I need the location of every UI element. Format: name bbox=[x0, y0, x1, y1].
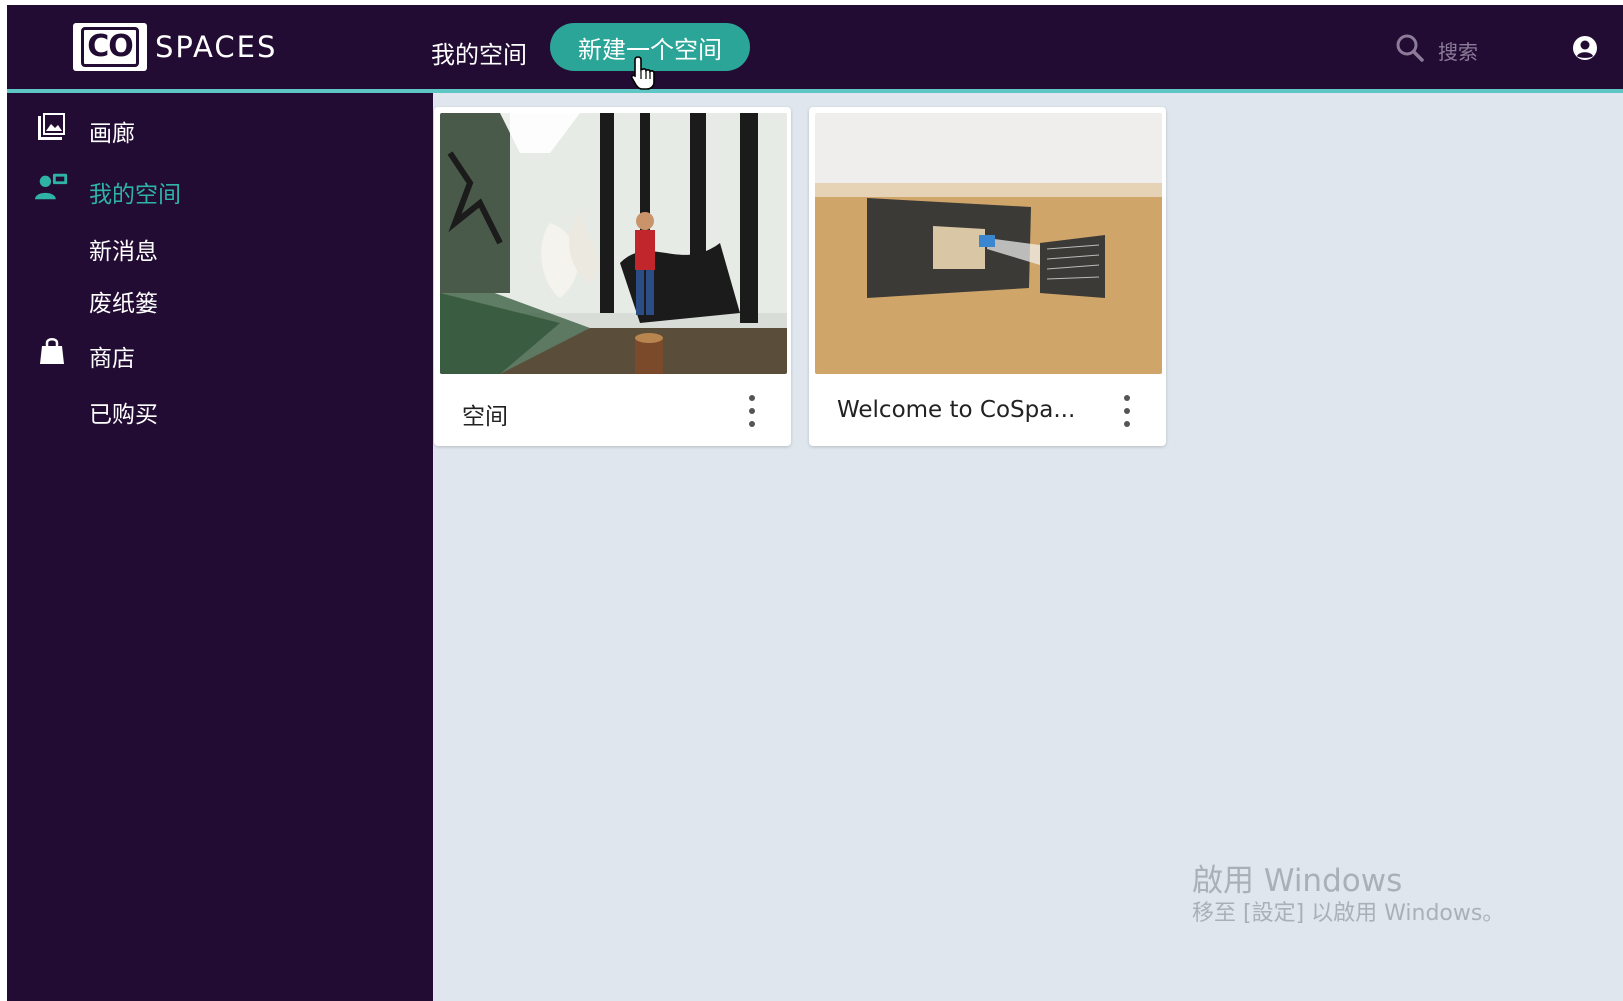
search-box[interactable]: 搜索 bbox=[1394, 32, 1478, 68]
space-thumbnail[interactable] bbox=[815, 113, 1162, 374]
sidebar-item-label: 我的空间 bbox=[89, 182, 181, 208]
more-options-icon[interactable] bbox=[1120, 395, 1134, 427]
logo-text: SPACES bbox=[155, 30, 278, 64]
sidebar-item-new-messages[interactable]: 新消息 bbox=[7, 224, 433, 265]
sidebar-item-my-spaces[interactable]: 我的空间 bbox=[7, 167, 433, 208]
my-spaces-icon bbox=[35, 171, 69, 203]
sidebar-item-label: 新消息 bbox=[89, 239, 158, 265]
space-card[interactable]: Welcome to CoSpa... bbox=[809, 107, 1166, 446]
gallery-icon bbox=[35, 110, 69, 142]
cospaces-logo[interactable]: CO SPACES bbox=[73, 22, 277, 72]
windows-activation-title: 啟用 Windows bbox=[1192, 863, 1403, 899]
hand-cursor-icon bbox=[630, 55, 658, 95]
logo-mark: CO bbox=[73, 23, 147, 71]
sidebar-item-gallery[interactable]: 画廊 bbox=[7, 106, 433, 147]
sidebar-item-shop[interactable]: 商店 bbox=[7, 331, 433, 372]
search-label: 搜索 bbox=[1438, 39, 1478, 64]
shopping-bag-icon bbox=[35, 335, 69, 367]
top-bar: CO SPACES 我的空间 新建一个空间 搜索 bbox=[7, 5, 1623, 93]
nav-my-spaces-link[interactable]: 我的空间 bbox=[431, 35, 527, 70]
windows-activation-subtitle: 移至 [設定] 以啟用 Windows。 bbox=[1192, 901, 1505, 926]
sidebar-item-label: 已购买 bbox=[89, 402, 158, 428]
sidebar-item-trash[interactable]: 废纸篓 bbox=[7, 276, 433, 317]
app-window: CO SPACES 我的空间 新建一个空间 搜索 画廊 我的空间 新消息 废纸篓… bbox=[7, 5, 1623, 1001]
space-card[interactable]: 空间 bbox=[434, 107, 791, 446]
more-options-icon[interactable] bbox=[745, 395, 759, 427]
space-thumbnail[interactable] bbox=[440, 113, 787, 374]
sidebar-item-label: 画廊 bbox=[89, 121, 135, 147]
user-account-icon[interactable] bbox=[1572, 35, 1598, 65]
search-icon bbox=[1394, 32, 1426, 68]
sidebar-item-purchased[interactable]: 已购买 bbox=[7, 387, 433, 428]
sidebar-item-label: 废纸篓 bbox=[89, 291, 158, 317]
space-title: 空间 bbox=[462, 404, 508, 430]
space-title: Welcome to CoSpa... bbox=[837, 397, 1076, 423]
sidebar: 画廊 我的空间 新消息 废纸篓 商店 已购买 bbox=[7, 93, 433, 1001]
sidebar-item-label: 商店 bbox=[89, 346, 135, 372]
